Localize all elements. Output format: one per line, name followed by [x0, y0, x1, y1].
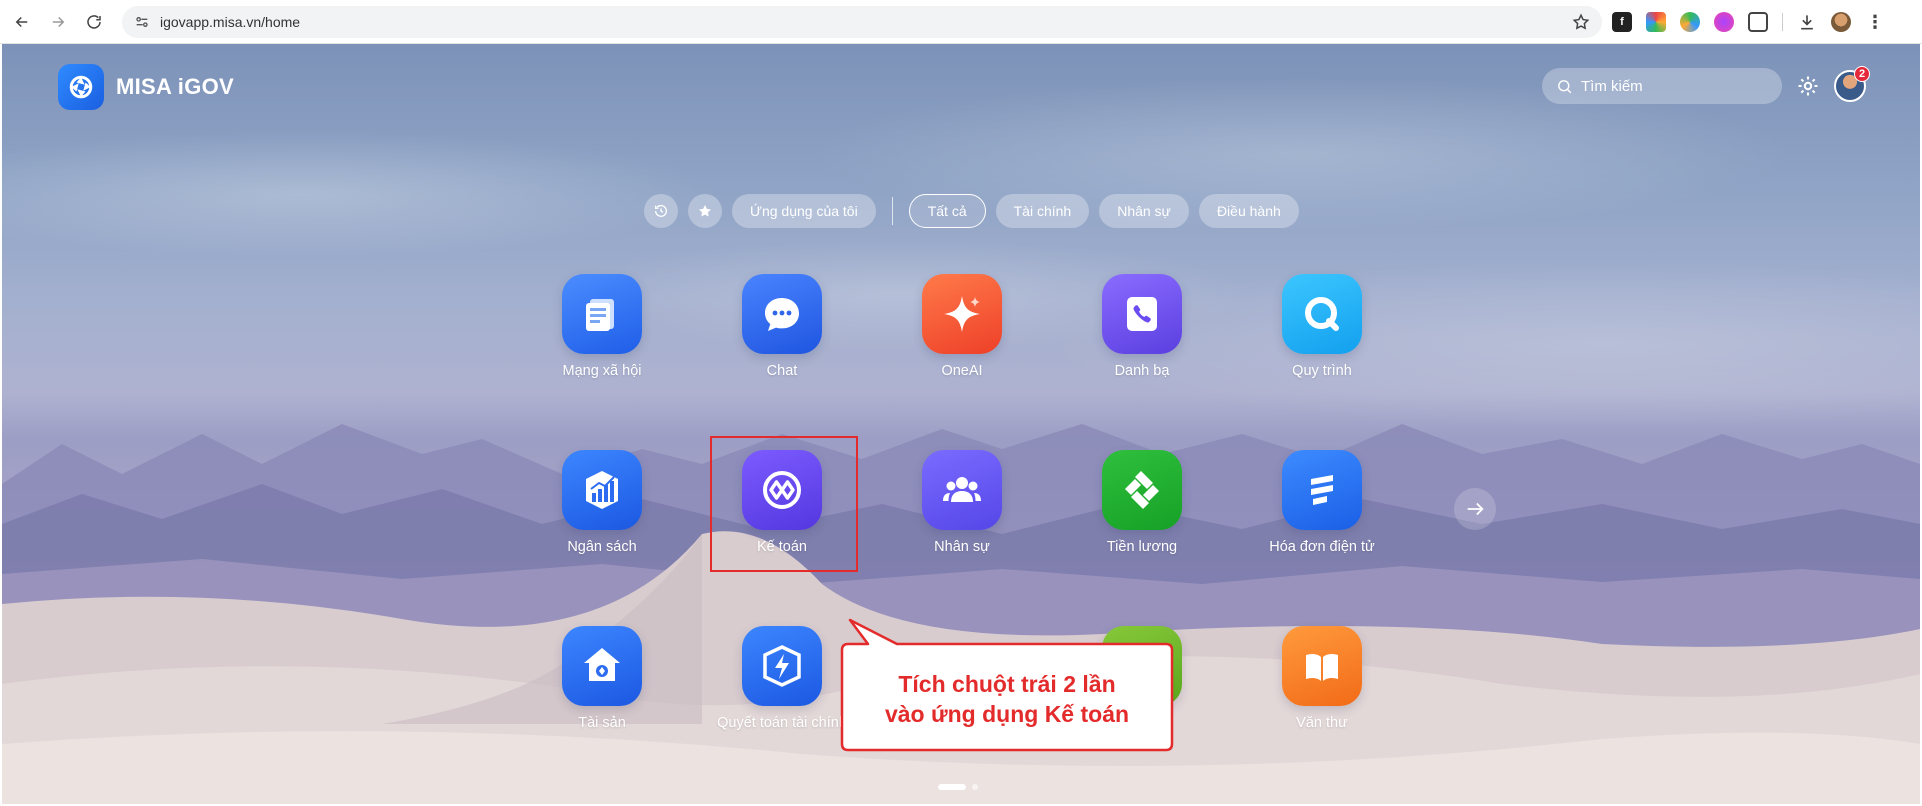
app-chat[interactable]: Chat — [702, 274, 862, 379]
workflow-icon — [1282, 274, 1362, 354]
app-label: Văn thư — [1296, 715, 1348, 731]
misa-logo-icon — [58, 64, 104, 110]
tab-finance[interactable]: Tài chính — [995, 194, 1090, 228]
browser-menu-icon[interactable]: ⋮ — [1865, 12, 1885, 32]
app-e-invoice[interactable]: Hóa đơn điện tử — [1242, 450, 1402, 555]
notification-badge: 2 — [1854, 66, 1870, 82]
app-filter-bar: Ứng dụng của tôi Tất cả Tài chính Nhân s… — [644, 194, 1309, 228]
extension-icon[interactable] — [1646, 12, 1666, 32]
e-invoice-icon — [1282, 450, 1362, 530]
sky-background — [2, 44, 1920, 464]
app-label: Quy trình — [1292, 363, 1352, 379]
app-social-network[interactable]: Mạng xã hội — [522, 274, 682, 379]
next-page-button[interactable] — [1454, 488, 1496, 530]
search-placeholder: Tìm kiếm — [1581, 77, 1643, 95]
history-icon — [655, 204, 667, 217]
sparkle-icon — [922, 274, 1002, 354]
extensions-puzzle-icon[interactable] — [1748, 12, 1768, 32]
browser-toolbar: igovapp.misa.vn/home f ⋮ — [0, 0, 1922, 44]
search-icon — [1558, 79, 1572, 93]
callout-line-1: Tích chuột trái 2 lần — [898, 671, 1116, 697]
callout-line-2: vào ứng dụng Kế toán — [884, 701, 1130, 727]
extension-icon[interactable]: f — [1612, 12, 1632, 32]
app-contacts[interactable]: Danh bạ — [1062, 274, 1222, 379]
app-label: Hóa đơn điện tử — [1269, 539, 1375, 555]
my-apps-button[interactable]: Ứng dụng của tôi — [732, 194, 876, 228]
app-label: Ngân sách — [567, 539, 637, 555]
reload-icon[interactable] — [80, 8, 108, 36]
app-assets[interactable]: Tài sản — [522, 626, 682, 731]
bookmark-star-icon[interactable] — [1572, 13, 1590, 31]
download-icon[interactable] — [1797, 12, 1817, 32]
extension-icon[interactable] — [1714, 12, 1734, 32]
filter-divider — [891, 197, 893, 225]
tab-all[interactable]: Tất cả — [908, 194, 986, 228]
star-icon — [699, 205, 711, 217]
app-documents[interactable]: Văn thư — [1242, 626, 1402, 731]
search-input[interactable]: Tìm kiếm — [1542, 68, 1782, 104]
page-dot[interactable] — [972, 784, 978, 790]
page-dot-active[interactable] — [938, 784, 966, 790]
app-oneai[interactable]: OneAI — [882, 274, 1042, 379]
app-label: Nhân sự — [934, 539, 990, 555]
history-button[interactable] — [644, 194, 678, 228]
page-indicator — [938, 784, 978, 790]
app-label: Tiền lương — [1106, 539, 1178, 555]
igov-home: MISA iGOV Tìm kiếm 2 Ứng dụng của tôi Tấ… — [2, 44, 1920, 804]
gear-icon[interactable] — [1796, 74, 1820, 98]
app-label: OneAI — [941, 363, 983, 379]
accounting-highlight-box — [710, 436, 858, 572]
app-label: Tài sản — [578, 715, 626, 731]
back-icon[interactable] — [8, 8, 36, 36]
profile-avatar[interactable] — [1831, 12, 1851, 32]
app-label: Chat — [766, 363, 798, 379]
phone-book-icon — [1102, 274, 1182, 354]
settlement-icon — [742, 626, 822, 706]
assets-icon — [562, 626, 642, 706]
arrow-right-icon — [1467, 502, 1484, 516]
social-network-icon — [562, 274, 642, 354]
brand-logo[interactable]: MISA iGOV — [58, 64, 234, 110]
address-bar[interactable]: igovapp.misa.vn/home — [122, 6, 1602, 38]
app-label: Quyết toán tài chính — [717, 715, 847, 731]
toolbar-divider — [1782, 13, 1783, 31]
app-label: Mạng xã hội — [562, 363, 642, 379]
extensions-area: f ⋮ — [1612, 8, 1885, 36]
tab-operations[interactable]: Điều hành — [1198, 194, 1299, 228]
favorites-button[interactable] — [688, 194, 722, 228]
book-icon — [1282, 626, 1362, 706]
app-workflow[interactable]: Quy trình — [1242, 274, 1402, 379]
forward-icon[interactable] — [44, 8, 72, 36]
payroll-icon — [1102, 450, 1182, 530]
tab-hr[interactable]: Nhân sự — [1099, 194, 1189, 228]
app-financial-settlement[interactable]: Quyết toán tài chính — [702, 626, 862, 731]
extension-icon[interactable] — [1680, 12, 1700, 32]
app-label: Danh bạ — [1114, 363, 1170, 379]
app-budget[interactable]: Ngân sách — [522, 450, 682, 555]
brand-name: MISA iGOV — [116, 74, 235, 99]
people-icon — [922, 450, 1002, 530]
budget-icon — [562, 450, 642, 530]
url-text[interactable]: igovapp.misa.vn/home — [160, 14, 300, 30]
app-hr[interactable]: Nhân sự — [882, 450, 1042, 555]
app-payroll[interactable]: Tiền lương — [1062, 450, 1222, 555]
chat-icon — [742, 274, 822, 354]
site-settings-icon[interactable] — [134, 14, 150, 30]
callout-text: Tích chuột trái 2 lần vào ứng dụng Kế to… — [844, 652, 1170, 746]
